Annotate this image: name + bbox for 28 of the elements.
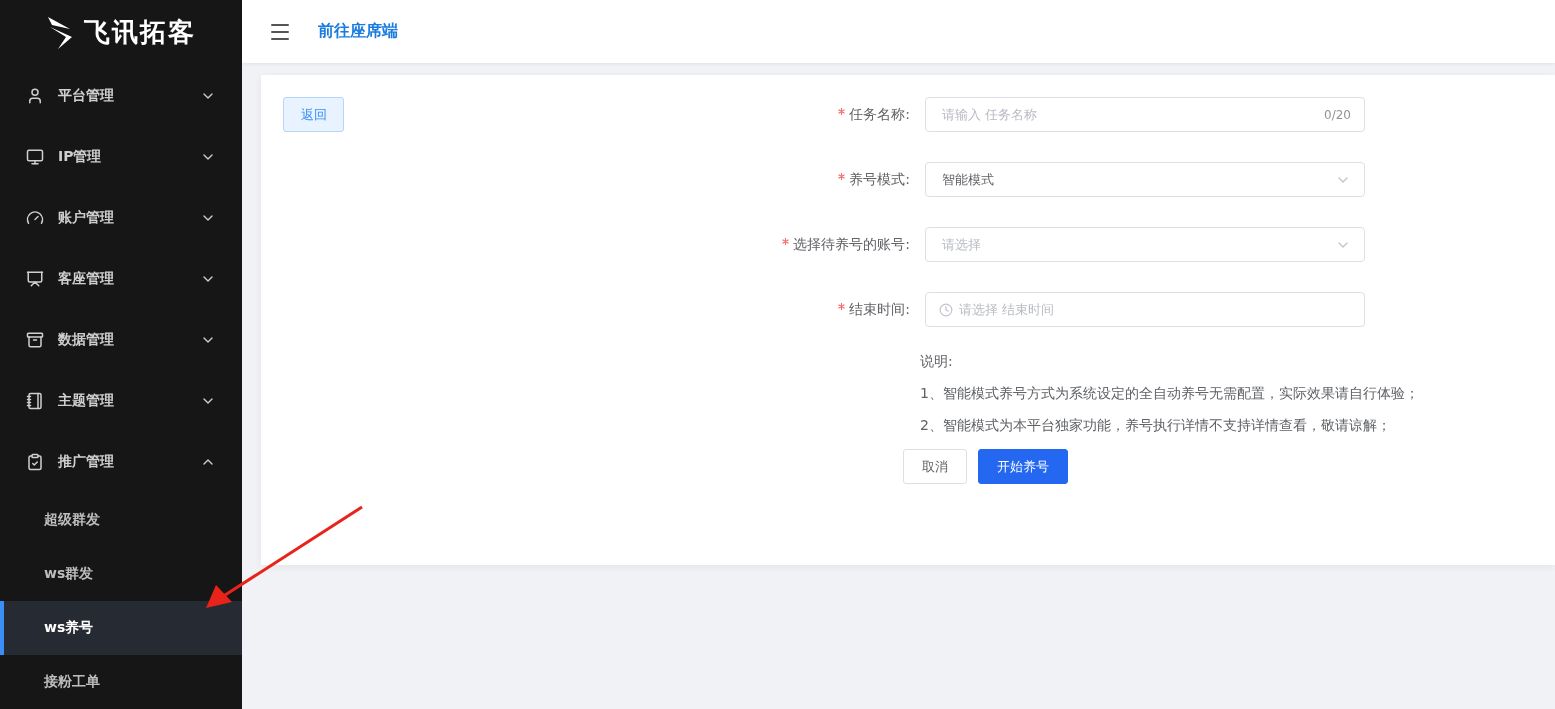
submenu-item[interactable]: 接粉工单 (0, 654, 242, 709)
sidebar-item[interactable]: 推广管理 (0, 431, 242, 493)
start-button[interactable]: 开始养号 (978, 449, 1068, 484)
logo-text: 飞讯拓客 (84, 16, 196, 50)
logo-icon (46, 14, 74, 51)
char-counter: 0/20 (1324, 107, 1351, 122)
notes-title: 说明: (920, 353, 954, 371)
submenu-item[interactable]: ws养号 (0, 600, 242, 655)
sidebar-item[interactable]: 客座管理 (0, 248, 242, 310)
field-label: 任务名称: (752, 105, 910, 124)
field-label: 选择待养号的账号: (752, 235, 910, 254)
sidebar-item[interactable]: IP管理 (0, 126, 242, 188)
note-text: 2、智能模式为本平台独家功能，养号执行详情不支持详情查看，敬请谅解； (920, 417, 1392, 435)
field-label: 结束时间: (752, 300, 910, 319)
sidebar-item[interactable]: 账户管理 (0, 187, 242, 249)
note-text: 1、智能模式养号方式为系统设定的全自动养号无需配置，实际效果请自行体验； (920, 385, 1419, 403)
select-field[interactable]: 智能模式 (925, 162, 1365, 197)
sidebar-item[interactable]: 数据管理 (0, 309, 242, 371)
agent-link[interactable]: 前往座席端 (318, 21, 398, 42)
sidebar-item[interactable]: 平台管理 (0, 65, 242, 127)
submenu-item[interactable]: ws群发 (0, 546, 242, 601)
sidebar-item[interactable]: 主题管理 (0, 370, 242, 432)
field-label: 养号模式: (752, 170, 910, 189)
clock-icon (939, 302, 953, 317)
submenu-item[interactable]: 超级群发 (0, 492, 242, 547)
select-field[interactable]: 请选择 (925, 227, 1365, 262)
cancel-button[interactable]: 取消 (903, 449, 967, 484)
date-field[interactable]: 请选择 结束时间 (925, 292, 1365, 327)
